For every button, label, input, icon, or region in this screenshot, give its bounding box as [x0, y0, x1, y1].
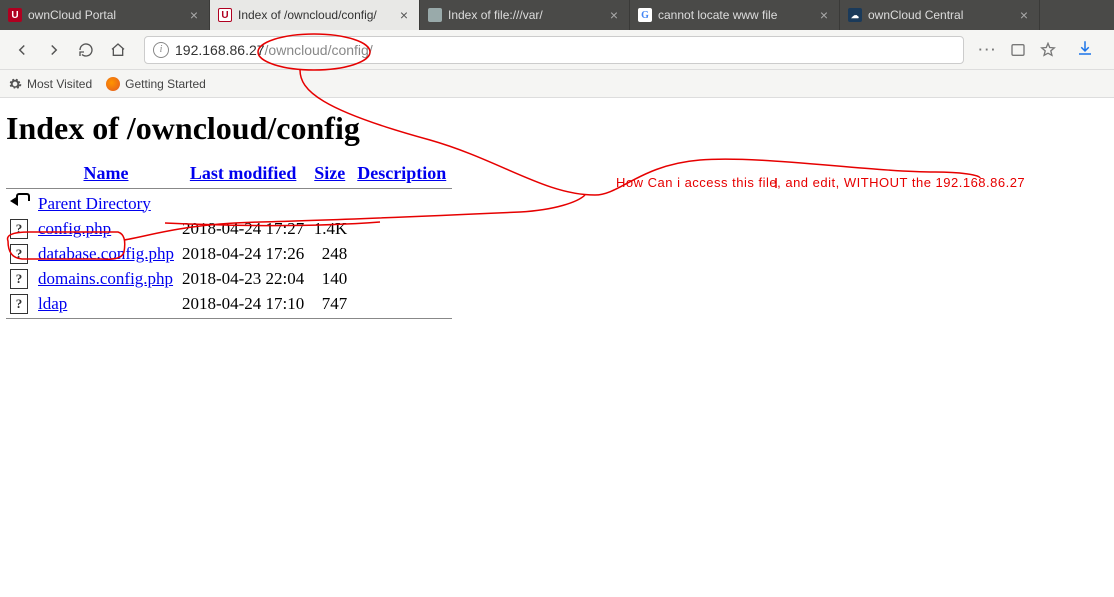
firefox-icon [106, 77, 120, 91]
close-icon[interactable]: × [1017, 8, 1031, 22]
page-actions-icon[interactable]: ··· [976, 38, 1000, 62]
tab-bar: U ownCloud Portal × U Index of /owncloud… [0, 0, 1114, 30]
table-row: config.php 2018-04-24 17:27 1.4K [6, 216, 452, 241]
tab-title: Index of /owncloud/config/ [238, 8, 391, 22]
table-row: ldap 2018-04-24 17:10 747 [6, 291, 452, 316]
close-icon[interactable]: × [397, 8, 411, 22]
bookmark-bar: Most Visited Getting Started [0, 70, 1114, 98]
bookmark-most-visited[interactable]: Most Visited [8, 77, 92, 91]
bookmark-label: Getting Started [125, 77, 206, 91]
cell-modified: 2018-04-24 17:27 [178, 216, 308, 241]
table-row: database.config.php 2018-04-24 17:26 248 [6, 241, 452, 266]
link-domains-config-php[interactable]: domains.config.php [38, 269, 173, 288]
col-icon [6, 161, 34, 186]
favicon-google: G [638, 8, 652, 22]
nav-bar: i 192.168.86.27/owncloud/config/ ··· [0, 30, 1114, 70]
back-button[interactable] [8, 36, 36, 64]
link-database-config-php[interactable]: database.config.php [38, 244, 174, 263]
link-parent-dir[interactable]: Parent Directory [38, 194, 151, 213]
url-right-icons: ··· [976, 38, 1060, 62]
col-name[interactable]: Name [34, 161, 178, 186]
url-bar[interactable]: i 192.168.86.27/owncloud/config/ [144, 36, 964, 64]
row-parent-dir: Parent Directory [6, 191, 452, 216]
tab-title: ownCloud Portal [28, 8, 181, 22]
col-description[interactable]: Description [351, 161, 452, 186]
info-icon[interactable]: i [153, 42, 169, 58]
cell-modified: 2018-04-23 22:04 [178, 266, 308, 291]
tab-title: cannot locate www file [658, 8, 811, 22]
reader-view-icon[interactable] [1006, 38, 1030, 62]
favicon-owncloud-central: ☁ [848, 8, 862, 22]
col-modified[interactable]: Last modified [178, 161, 308, 186]
page-content: Index of /owncloud/config Name Last modi… [0, 98, 1114, 327]
bookmark-getting-started[interactable]: Getting Started [106, 77, 206, 91]
home-button[interactable] [104, 36, 132, 64]
tab-title: Index of file:///var/ [448, 8, 601, 22]
favicon-owncloud: U [8, 8, 22, 22]
tab-google-search[interactable]: G cannot locate www file × [630, 0, 840, 30]
tab-owncloud-portal[interactable]: U ownCloud Portal × [0, 0, 210, 30]
cell-size: 1.4K [308, 216, 351, 241]
cell-size: 248 [308, 241, 351, 266]
link-ldap[interactable]: ldap [38, 294, 67, 313]
cell-modified: 2018-04-24 17:10 [178, 291, 308, 316]
close-icon[interactable]: × [187, 8, 201, 22]
table-row: domains.config.php 2018-04-23 22:04 140 [6, 266, 452, 291]
tab-index-config[interactable]: U Index of /owncloud/config/ × [210, 0, 420, 30]
annotation-text: How Can i access this file, and edit, WI… [616, 175, 1025, 190]
reload-button[interactable] [72, 36, 100, 64]
tab-index-file-var[interactable]: Index of file:///var/ × [420, 0, 630, 30]
file-icon [10, 269, 28, 289]
gear-icon [8, 77, 22, 91]
close-icon[interactable]: × [607, 8, 621, 22]
cell-size: 140 [308, 266, 351, 291]
file-icon [10, 294, 28, 314]
cell-modified: 2018-04-24 17:26 [178, 241, 308, 266]
tab-title: ownCloud Central [868, 8, 1011, 22]
directory-listing: Name Last modified Size Description Pare… [6, 161, 452, 321]
cell-size: 747 [308, 291, 351, 316]
favicon-file [428, 8, 442, 22]
downloads-icon[interactable] [1064, 39, 1106, 60]
favicon-index: U [218, 8, 232, 22]
close-icon[interactable]: × [817, 8, 831, 22]
forward-button[interactable] [40, 36, 68, 64]
page-title: Index of /owncloud/config [6, 110, 1108, 147]
link-config-php[interactable]: config.php [38, 219, 111, 238]
file-icon [10, 219, 28, 239]
col-size[interactable]: Size [308, 161, 351, 186]
bookmark-star-icon[interactable] [1036, 38, 1060, 62]
file-icon [10, 244, 28, 264]
url-text: 192.168.86.27/owncloud/config/ [175, 42, 373, 58]
bookmark-label: Most Visited [27, 77, 92, 91]
parent-dir-icon [10, 193, 30, 209]
tab-owncloud-central[interactable]: ☁ ownCloud Central × [840, 0, 1040, 30]
